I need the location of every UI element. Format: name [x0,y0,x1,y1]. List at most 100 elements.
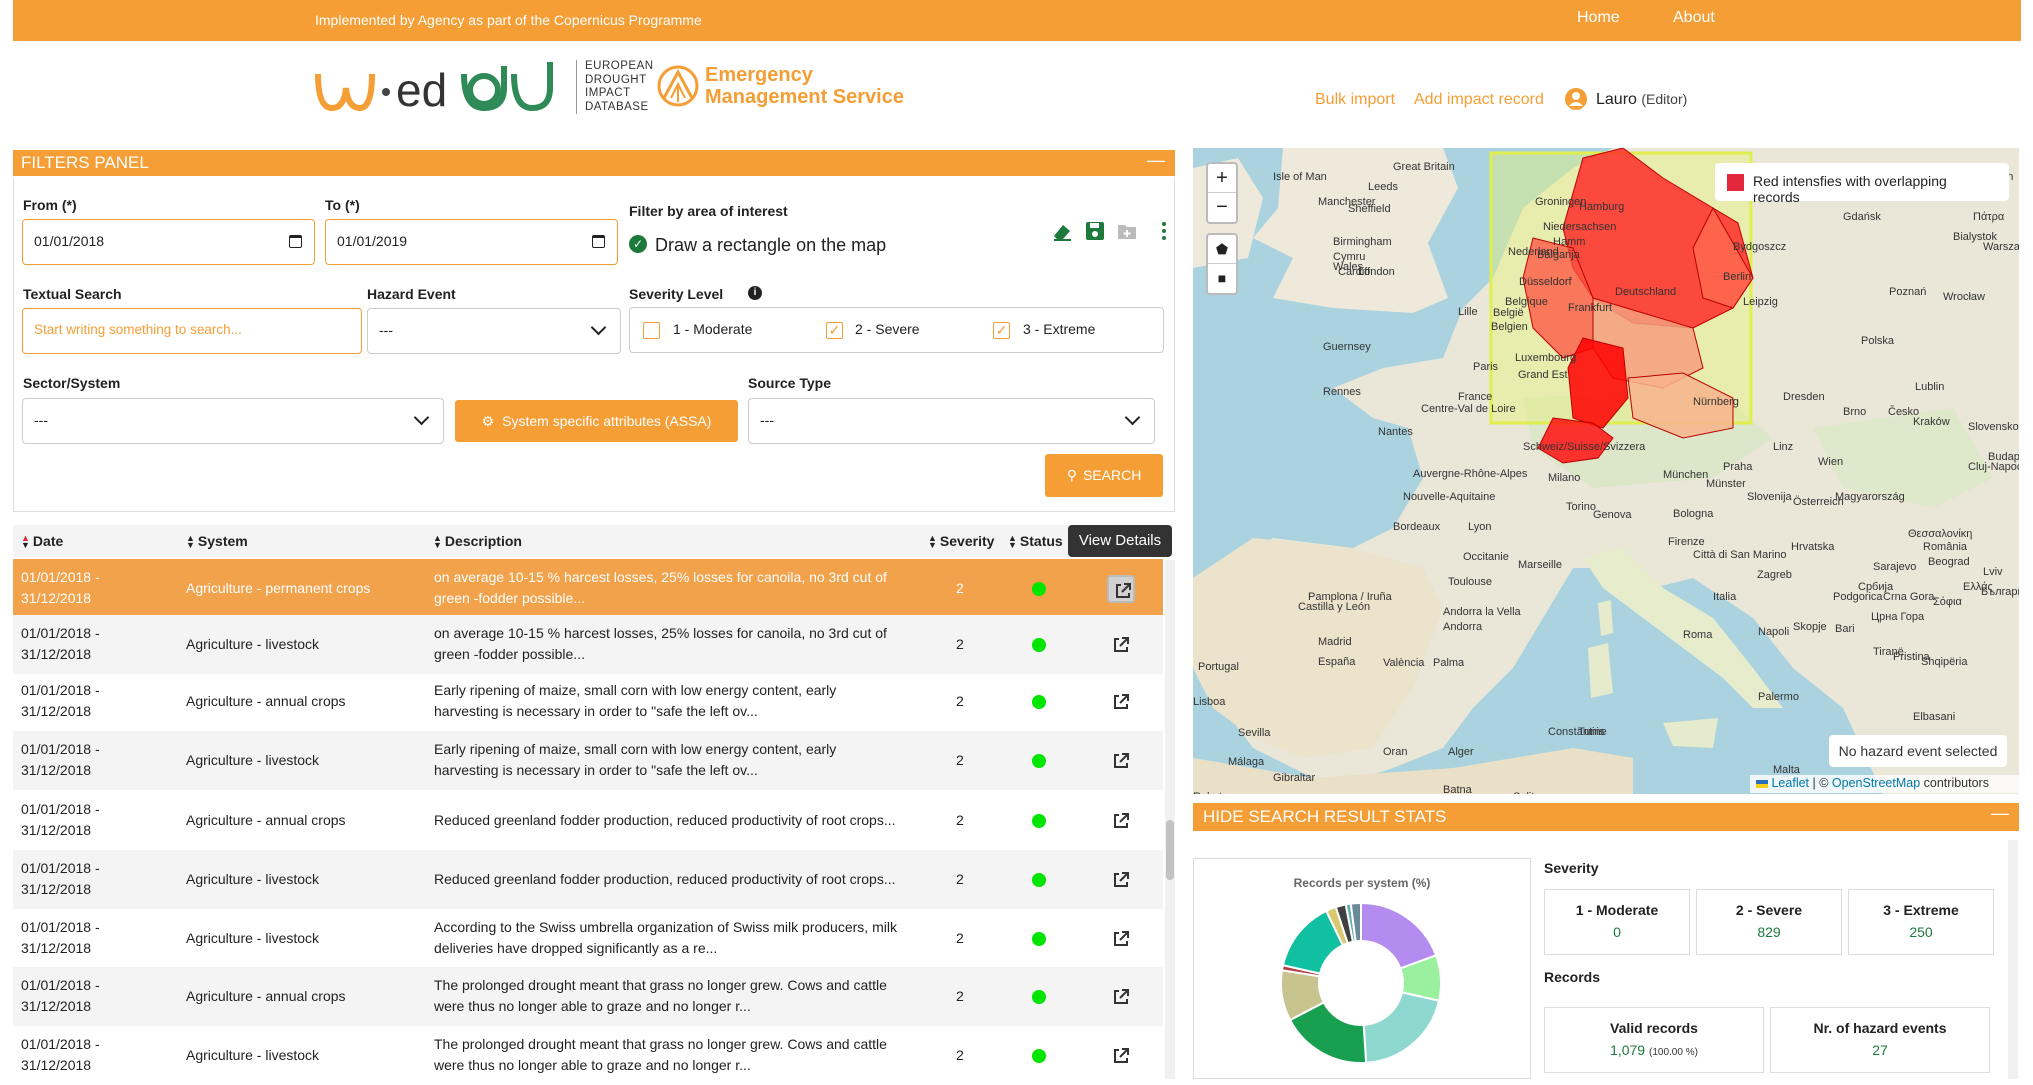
table-scrollbar-thumb[interactable] [1166,820,1174,880]
map-place-label: Wien [1818,456,1843,468]
view-details-icon[interactable] [1107,631,1135,659]
table-row[interactable]: 01/01/2018 - 31/12/2018 Agriculture - live… [13,731,1163,790]
column-system[interactable]: ▲ ▼ System [186,533,248,550]
info-icon[interactable]: i [748,286,762,300]
stats-panel-header[interactable]: HIDE SEARCH RESULT STATS — [1193,803,2019,831]
severity-moderate-checkbox[interactable] [643,322,660,339]
donut-slice[interactable] [1362,991,1441,1064]
view-details-icon[interactable] [1107,747,1135,775]
records-section-title: Records [1544,969,1601,985]
save-icon[interactable] [1084,220,1106,242]
row-description-line2: deliveries have dropped significantly as… [434,940,718,956]
column-date-label: Date [32,533,64,549]
stats-scrollbar[interactable] [2008,840,2018,1079]
map-place-label: Great Britain [1393,161,1455,173]
folder-add-icon[interactable] [1116,220,1138,242]
minimize-icon[interactable]: — [1147,150,1165,171]
stat-moderate-value: 0 [1613,924,1621,940]
map-place-label: Skopje [1793,621,1827,633]
source-type-select[interactable]: --- [748,398,1155,444]
row-date-start: 01/01/2018 - [21,801,100,817]
records-donut-chart[interactable] [1276,898,1446,1068]
table-row[interactable]: 01/01/2018 - 31/12/2018 Agriculture - annu… [13,672,1163,731]
column-severity[interactable]: ▲ ▼ Severity [928,533,994,550]
map-place-label: Σόφια [1933,596,1962,608]
island-sardinia [1588,643,1613,698]
osm-link[interactable]: OpenStreetMap [1832,776,1920,790]
table-row[interactable]: 01/01/2018 - 31/12/2018 Agriculture - live… [13,909,1163,968]
map-place-label: Deutschland [1615,286,1676,298]
map-legend: Red intensfies with overlapping records [1715,163,2009,205]
table-row[interactable]: 01/01/2018 - 31/12/2018 Agriculture - live… [13,1026,1163,1085]
filters-panel-header[interactable]: FILTERS PANEL — [13,150,1175,176]
ems-logo-icon [657,65,699,107]
row-date-start: 01/01/2018 - [21,1036,100,1052]
stat-severe-value: 829 [1757,924,1781,940]
zoom-out-button[interactable]: − [1208,193,1236,222]
leaflet-link[interactable]: Leaflet [1771,776,1809,790]
chevron-down-icon [413,409,430,426]
table-row[interactable]: 01/01/2018 - 31/12/2018 Agriculture - annu… [13,791,1163,850]
zoom-in-button[interactable]: + [1208,164,1236,193]
map-place-label: Roma [1683,629,1713,641]
ems-line-1: Emergency [705,64,813,86]
legend-swatch [1727,174,1744,191]
add-impact-record-link[interactable]: Add impact record [1414,91,1544,109]
minimize-icon[interactable]: — [1991,803,2009,824]
row-description-line1: According to the Swiss umbrella organiza… [434,919,897,935]
stat-valid-label: Valid records [1610,1020,1698,1036]
row-date-end: 31/12/2018 [21,646,92,662]
severity-severe-checkbox[interactable]: ✓ [826,322,843,339]
user-menu[interactable]: Lauro (Editor) [1596,91,1687,109]
assa-button[interactable]: ⚙ System specific attributes (ASSA) [455,400,738,442]
table-row[interactable]: 01/01/2018 - 31/12/2018 Agriculture - live… [13,615,1163,674]
textual-search-input[interactable]: Start writing something to search... [22,308,362,354]
view-details-icon[interactable] [1107,688,1135,716]
stat-valid-value: 1,079 [1610,1042,1646,1058]
sector-system-select[interactable]: --- [22,398,444,444]
column-description[interactable]: ▲ ▼ Description [433,533,522,550]
map-place-label: Nürnberg [1693,396,1739,408]
map-place-label: Zagreb [1757,569,1792,581]
nav-about-link[interactable]: About [1673,9,1715,27]
map-place-label: Bydgoszcz [1733,241,1786,253]
more-options-icon[interactable] [1153,220,1175,242]
map-place-label: Beograd [1928,556,1970,568]
column-status[interactable]: ▲ ▼ Status [1008,533,1063,550]
nav-home-link[interactable]: Home [1577,9,1620,27]
from-date-input[interactable]: 01/01/2018 [22,219,315,265]
eraser-icon[interactable] [1051,220,1073,242]
view-details-icon[interactable] [1107,1042,1135,1070]
bulk-import-link[interactable]: Bulk import [1315,91,1395,109]
map-place-label: Belgien [1491,321,1528,333]
search-icon: ⚲ [1066,467,1077,483]
map-place-label: Palma [1433,657,1465,669]
draw-rectangle-icon[interactable]: ■ [1208,264,1236,293]
draw-polygon-icon[interactable]: ⬟ [1208,235,1236,264]
table-row[interactable]: 01/01/2018 - 31/12/2018 Agriculture - live… [13,850,1163,909]
view-details-icon[interactable] [1107,925,1135,953]
map-view[interactable]: Great Britain Isle of Man Leeds Manchester S… [1193,148,2019,794]
column-date[interactable]: ▲ ▼ Date [21,533,64,550]
row-description-line1: The prolonged drought meant that grass n… [434,977,887,993]
map-canvas[interactable]: Great BritainIsle of ManLeedsManchesterS… [1193,148,2019,794]
to-date-input[interactable]: 01/01/2019 [325,219,618,265]
wedid-logo[interactable]: ed [314,58,564,116]
view-details-icon[interactable] [1107,575,1135,603]
calendar-icon[interactable] [592,235,605,248]
user-avatar-icon[interactable] [1565,88,1587,110]
sector-system-label: Sector/System [23,375,121,391]
table-row[interactable]: 01/01/2018 - 31/12/2018 Agriculture - perm… [13,559,1163,618]
view-details-icon[interactable] [1107,807,1135,835]
severity-extreme-checkbox[interactable]: ✓ [993,322,1010,339]
view-details-icon[interactable] [1107,983,1135,1011]
stat-extreme-value: 250 [1909,924,1933,940]
view-details-icon[interactable] [1107,866,1135,894]
hazard-event-select[interactable]: --- [367,308,621,354]
map-place-label: Niedersachsen [1543,221,1616,233]
map-place-label: Dresden [1783,391,1825,403]
table-row[interactable]: 01/01/2018 - 31/12/2018 Agriculture - annu… [13,967,1163,1026]
svg-text:ed: ed [396,64,447,116]
search-button[interactable]: ⚲ SEARCH [1045,454,1163,497]
calendar-icon[interactable] [289,235,302,248]
